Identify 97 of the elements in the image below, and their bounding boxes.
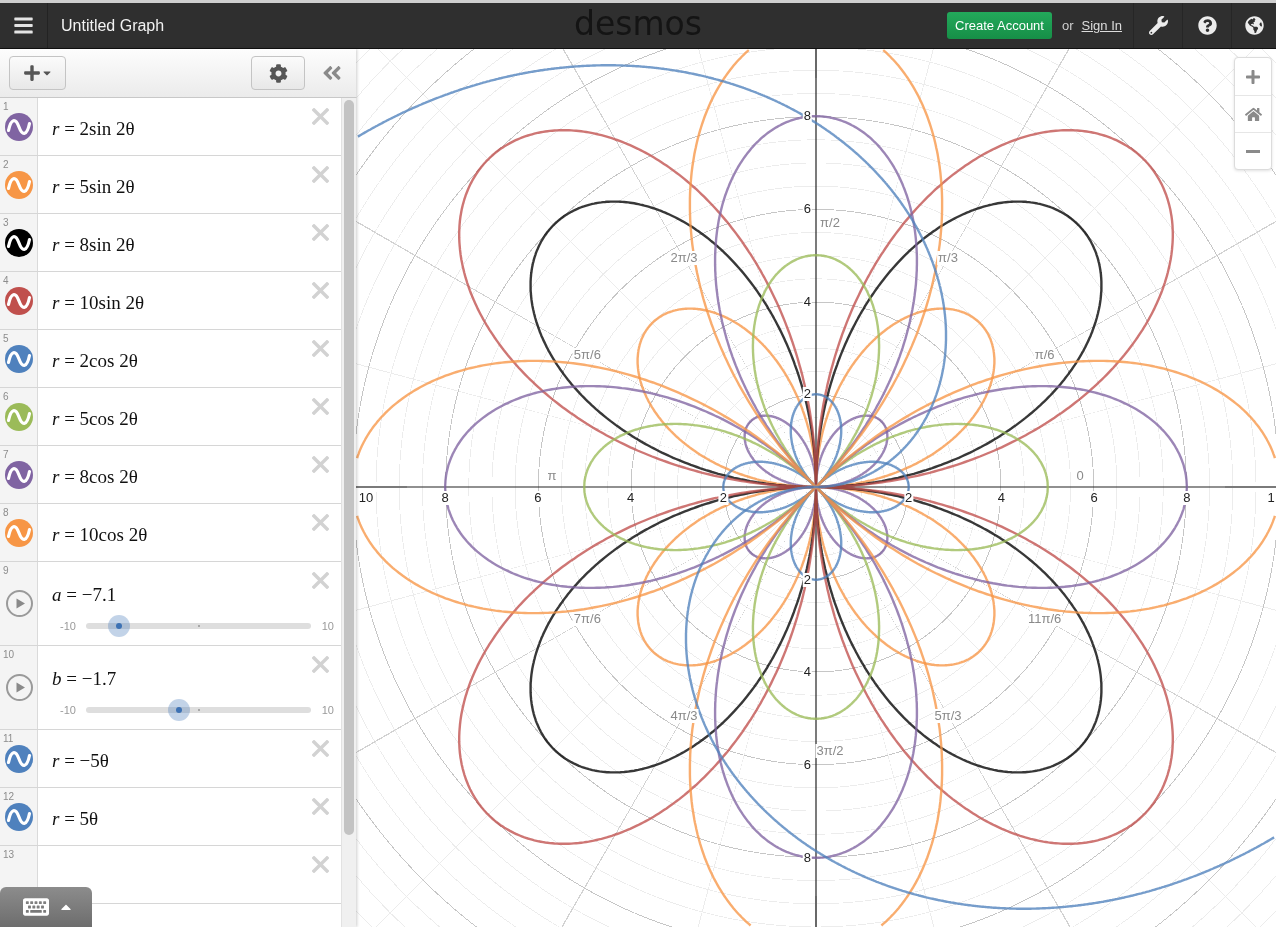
close-icon: [312, 166, 329, 183]
angle-label: 5π/6: [572, 348, 602, 362]
settings-button[interactable]: [251, 56, 305, 90]
axis-number: 6: [533, 491, 543, 505]
row-number: 5: [2, 332, 9, 344]
minus-icon: [1246, 149, 1260, 153]
wrench-icon: [1148, 16, 1168, 35]
row-number: 10: [2, 648, 15, 660]
close-icon: [312, 108, 329, 125]
or-text: or: [1061, 18, 1074, 33]
add-item-button[interactable]: [9, 56, 66, 90]
angle-label: π/3: [937, 251, 959, 266]
expression-field[interactable]: r = 5sin 2θ: [52, 169, 135, 200]
close-icon: [312, 398, 329, 415]
row-number: 13: [2, 848, 15, 860]
row-number: 4: [2, 274, 9, 286]
slider-min-label: -10: [60, 620, 76, 632]
row-number: 1: [2, 100, 9, 112]
row-number: 8: [2, 506, 9, 518]
axis-number: 2: [904, 491, 914, 505]
axis-number: 8: [440, 491, 450, 505]
slider-track[interactable]: [85, 615, 311, 637]
row-number: 2: [2, 158, 9, 170]
row-number: 3: [2, 216, 9, 228]
angle-label: 3π/2: [815, 744, 845, 758]
expression-field[interactable]: r = 5θ: [52, 801, 99, 832]
angle-label: π/2: [819, 216, 841, 230]
wave-icon[interactable]: [5, 229, 33, 257]
expression-field[interactable]: r = −5θ: [52, 743, 109, 774]
row-number: 12: [2, 790, 15, 802]
center-tick-icon: [198, 709, 201, 711]
close-icon: [312, 572, 329, 589]
play-button[interactable]: [5, 674, 33, 701]
expression-field[interactable]: r = 10cos 2θ: [52, 517, 148, 548]
expression-field[interactable]: r = 5cos 2θ: [52, 401, 138, 432]
axis-number: 1: [1266, 491, 1276, 505]
expression-field[interactable]: r = 2sin 2θ: [52, 111, 135, 142]
settings-icon: [268, 63, 288, 83]
row-number: 7: [2, 448, 9, 460]
angle-label: 7π/6: [572, 612, 602, 626]
slider-thumb[interactable]: [168, 699, 191, 721]
row-number: 9: [2, 564, 9, 576]
slider-min-label: -10: [60, 704, 76, 716]
axis-number: 8: [802, 109, 812, 124]
play-icon: [5, 590, 33, 617]
close-icon: [312, 798, 329, 815]
angle-label: 4π/3: [669, 708, 699, 723]
close-icon: [312, 514, 329, 531]
row-number: 6: [2, 390, 9, 402]
angle-label: 0: [1075, 469, 1085, 483]
axis-number: 10: [357, 491, 375, 505]
row-number: 11: [2, 732, 14, 744]
angle-label: 11π/6: [1026, 612, 1063, 626]
plus-icon: [22, 64, 41, 82]
menu-icon: [13, 15, 34, 36]
angle-label: 5π/3: [933, 708, 963, 723]
plus-icon: [1245, 68, 1261, 85]
axis-number: 8: [802, 850, 812, 865]
axis-number: 6: [1089, 491, 1099, 505]
axis-number: 8: [1182, 491, 1192, 505]
expression-field[interactable]: b = −1.7: [52, 666, 117, 692]
home-icon: [1244, 105, 1262, 123]
sign-in-link[interactable]: Sign In: [1081, 18, 1122, 33]
close-icon: [312, 456, 329, 473]
play-button[interactable]: [5, 590, 33, 617]
slider-track[interactable]: [85, 699, 311, 721]
graph-title[interactable]: Untitled Graph: [61, 16, 165, 35]
axis-number: 6: [802, 201, 812, 216]
axis-number: 2: [718, 491, 728, 505]
expression-field[interactable]: r = 10sin 2θ: [52, 285, 145, 316]
axis-number: 4: [996, 491, 1006, 505]
close-icon: [312, 856, 329, 873]
slider-thumb[interactable]: [107, 615, 130, 637]
axis-number: 2: [802, 387, 812, 402]
center-tick-icon: [198, 625, 201, 627]
axis-number: 4: [626, 491, 636, 505]
help-icon: [1197, 16, 1217, 35]
axis-number: 4: [802, 294, 812, 309]
expression-field[interactable]: r = 8cos 2θ: [52, 459, 138, 490]
slider-max-label: 10: [321, 620, 334, 632]
angle-label: 2π/3: [669, 251, 699, 266]
axis-number: 2: [802, 572, 812, 587]
keyboard-toggle-button[interactable]: [0, 887, 92, 927]
angle-label: π/6: [1033, 348, 1056, 362]
expression-field[interactable]: r = 8sin 2θ: [52, 227, 135, 258]
scrollbar-thumb[interactable]: [344, 100, 354, 835]
create-account-button[interactable]: Create Account: [947, 12, 1052, 39]
expression-field[interactable]: a = −7.1: [52, 582, 117, 608]
close-icon: [312, 282, 329, 299]
close-icon: [312, 340, 329, 357]
play-icon: [5, 674, 33, 701]
close-icon: [312, 224, 329, 241]
close-icon: [312, 740, 329, 757]
close-icon: [312, 656, 329, 673]
globe-icon: [1244, 16, 1264, 35]
expression-field[interactable]: r = 2cos 2θ: [52, 343, 138, 374]
slider-max-label: 10: [321, 704, 334, 716]
